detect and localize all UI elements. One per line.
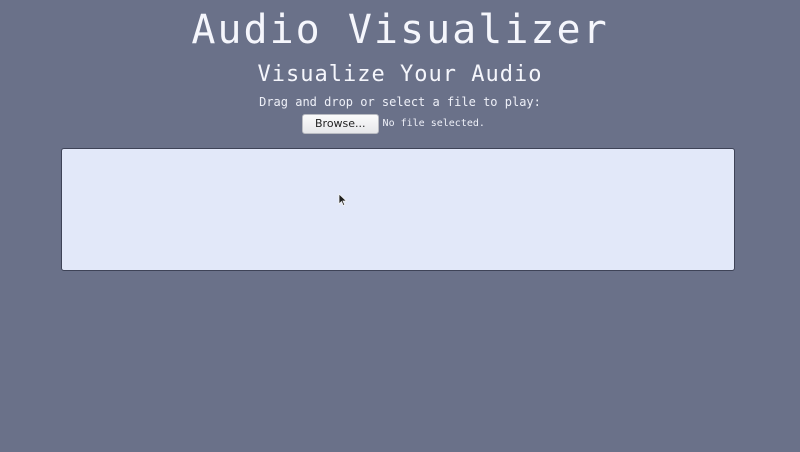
page: Audio Visualizer Visualize Your Audio Dr… (0, 0, 800, 452)
instructions-text: Drag and drop or select a file to play: (259, 95, 541, 109)
page-title: Audio Visualizer (191, 7, 609, 53)
page-subtitle: Visualize Your Audio (257, 62, 543, 87)
file-status-label: No file selected. (382, 118, 485, 129)
audio-drop-zone[interactable] (61, 148, 735, 271)
file-input: Browse... No file selected. (302, 114, 485, 134)
browse-button[interactable]: Browse... (302, 114, 379, 134)
mouse-pointer-icon (338, 193, 348, 207)
